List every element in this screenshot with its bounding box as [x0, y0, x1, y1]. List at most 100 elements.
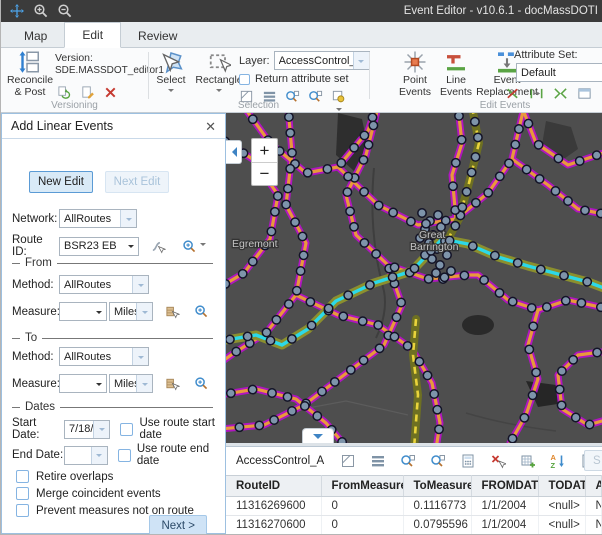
table-row[interactable]: 11316270600 0 0.0795596 1/1/2004 <null> … — [226, 516, 602, 535]
route-id-combo-arrow[interactable] — [124, 241, 138, 251]
cell-tomeasure[interactable]: 0.1116773 — [403, 497, 471, 516]
to-units-combobox[interactable]: Miles — [109, 374, 153, 393]
from-measure-combo-arrow[interactable] — [92, 307, 106, 317]
tab-review[interactable]: Review — [121, 24, 194, 48]
tab-map[interactable]: Map — [7, 24, 64, 48]
retire-overlaps-checkbox[interactable] — [16, 470, 29, 483]
from-measure-combobox[interactable] — [59, 302, 107, 321]
zoom-to-to-measure-icon[interactable] — [194, 376, 209, 391]
table-zoom-selection-icon[interactable] — [400, 453, 416, 469]
merge-coincident-checkbox[interactable] — [16, 487, 29, 500]
new-version-icon[interactable] — [80, 85, 95, 100]
to-measure-combobox[interactable] — [59, 374, 107, 393]
prevent-measures-checkbox[interactable] — [16, 504, 29, 517]
pick-route-on-map-icon[interactable] — [151, 239, 166, 254]
next-button[interactable]: Next > — [149, 515, 207, 535]
close-panel-icon[interactable]: ✕ — [205, 120, 216, 133]
table-rows-icon[interactable] — [370, 453, 386, 469]
cell-frommeasure[interactable]: 0 — [321, 516, 403, 535]
edit-events-tools — [505, 86, 602, 101]
end-date-combobox[interactable] — [64, 446, 108, 465]
pick-to-measure-icon[interactable] — [165, 376, 180, 391]
panel-header: Add Linear Events ✕ — [2, 114, 225, 139]
cell-todate[interactable]: <null> — [538, 497, 585, 516]
start-date-combo-arrow[interactable] — [93, 421, 109, 438]
col-todate[interactable]: TODATE — [538, 476, 585, 497]
from-method-combo-arrow[interactable] — [132, 276, 148, 293]
from-units-combobox[interactable]: Miles — [109, 302, 153, 321]
end-date-combo-arrow[interactable] — [91, 447, 107, 464]
point-events-button[interactable]: Point Events — [395, 50, 435, 99]
cell-routeid[interactable]: 11316269600 — [226, 497, 321, 516]
cell-ac[interactable]: N — [585, 516, 602, 535]
table-calculate-icon[interactable] — [460, 453, 476, 469]
table-polygon-select-icon[interactable] — [340, 453, 356, 469]
delete-version-icon[interactable] — [103, 85, 118, 100]
col-fromdate[interactable]: FROMDATE — [471, 476, 538, 497]
table-clear-selection-icon[interactable] — [490, 453, 506, 469]
layer-combo-arrow[interactable] — [353, 52, 369, 69]
table-pan-selection-icon[interactable] — [430, 453, 446, 469]
table-sort-icon[interactable] — [550, 453, 566, 469]
event-window-icon[interactable] — [577, 86, 592, 101]
select-button[interactable]: Select — [151, 50, 191, 95]
cut-event-icon[interactable] — [505, 86, 520, 101]
refresh-version-icon[interactable] — [57, 85, 72, 100]
col-ac[interactable]: AC — [585, 476, 602, 497]
new-edit-button[interactable]: New Edit — [29, 171, 93, 193]
attribute-set-combobox[interactable]: Default — [516, 63, 602, 82]
from-units-combo-arrow[interactable] — [136, 303, 152, 320]
start-date-combobox[interactable]: 7/18/ — [64, 420, 110, 439]
to-method-combobox[interactable]: AllRoutes — [59, 347, 149, 366]
line-events-button[interactable]: Line Events — [437, 50, 475, 99]
zoom-out-tool-icon[interactable] — [57, 3, 73, 19]
pick-from-measure-icon[interactable] — [165, 304, 180, 319]
table-save-button[interactable]: S — [584, 450, 602, 471]
cell-fromdate[interactable]: 1/1/2004 — [471, 497, 538, 516]
map-place-labels: Egremont Great Barrington — [232, 229, 459, 253]
next-edit-button[interactable]: Next Edit — [105, 171, 169, 193]
zoom-options-caret[interactable] — [200, 243, 206, 249]
cell-frommeasure[interactable]: 0 — [321, 497, 403, 516]
table-add-record-icon[interactable] — [520, 453, 536, 469]
cell-ac[interactable]: N — [585, 497, 602, 516]
zoom-to-from-measure-icon[interactable] — [194, 304, 209, 319]
cell-routeid[interactable]: 11316270600 — [226, 516, 321, 535]
layer-combobox[interactable]: AccessControl_A — [274, 51, 370, 70]
from-method-combobox[interactable]: AllRoutes — [59, 275, 149, 294]
return-attribute-checkbox[interactable] — [239, 74, 250, 85]
zoom-in-button[interactable]: + — [252, 139, 277, 162]
use-route-start-checkbox[interactable] — [120, 423, 133, 436]
split-event-icon[interactable] — [529, 86, 544, 101]
ribbon-tabs: Map Edit Review — [1, 22, 602, 48]
to-measure-combo-arrow[interactable] — [92, 379, 106, 389]
col-frommeasure[interactable]: FromMeasure — [321, 476, 403, 497]
reconcile-post-button[interactable]: Reconcile & Post — [5, 50, 55, 99]
tab-edit[interactable]: Edit — [64, 22, 121, 48]
cell-todate[interactable]: <null> — [538, 516, 585, 535]
zoom-in-tool-icon[interactable] — [33, 3, 49, 19]
to-units-combo-arrow[interactable] — [136, 375, 152, 392]
use-route-end-checkbox[interactable] — [118, 449, 131, 462]
network-combo-arrow[interactable] — [120, 210, 136, 227]
collapse-table-button[interactable] — [302, 428, 334, 443]
table-row[interactable]: 11316269600 0 0.1116773 1/1/2004 <null> … — [226, 497, 602, 516]
map-canvas[interactable]: Egremont Great Barrington + − — [226, 113, 602, 443]
chevron-down-icon — [313, 434, 323, 444]
map-label-egremont: Egremont — [232, 238, 278, 250]
merge-event-icon[interactable] — [553, 86, 568, 101]
to-method-combo-arrow[interactable] — [132, 348, 148, 365]
network-combobox[interactable]: AllRoutes — [59, 209, 137, 228]
route-id-combobox[interactable]: BSR23 EB — [59, 237, 139, 256]
rectangle-button[interactable]: Rectangle — [195, 50, 243, 95]
col-routeid[interactable]: RouteID — [226, 476, 321, 497]
zoom-to-route-icon[interactable] — [182, 239, 197, 254]
app-window: Event Editor - v10.6.1 - docMassDOTI Map… — [0, 0, 602, 535]
cell-fromdate[interactable]: 1/1/2004 — [471, 516, 538, 535]
collapse-panel-button[interactable] — [226, 140, 242, 164]
cell-tomeasure[interactable]: 0.0795596 — [403, 516, 471, 535]
pan-icon[interactable] — [9, 3, 25, 19]
zoom-out-button[interactable]: − — [252, 162, 277, 185]
network-label: Network: — [12, 213, 59, 225]
col-tomeasure[interactable]: ToMeasure — [403, 476, 471, 497]
